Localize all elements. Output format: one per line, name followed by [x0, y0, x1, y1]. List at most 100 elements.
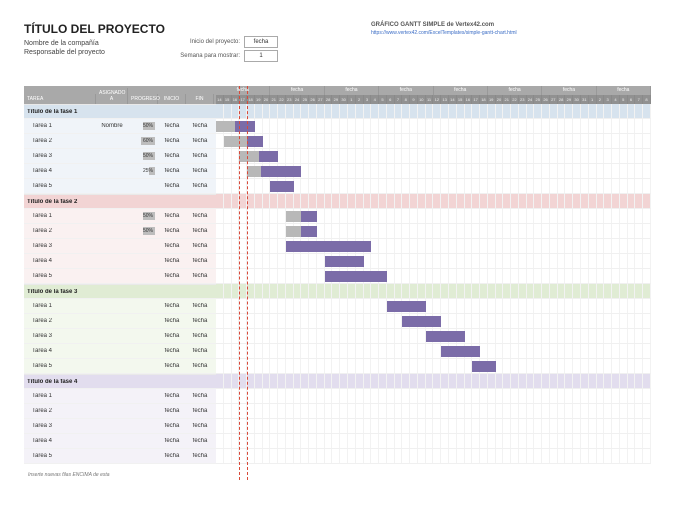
task-row[interactable]: Tarea 2fechafecha — [24, 404, 216, 419]
gantt-bar[interactable] — [472, 361, 495, 372]
timeline-day: 5 — [620, 95, 628, 104]
header-left: TÍTULO DEL PROYECTO Nombre de la compañí… — [24, 22, 165, 56]
task-start: fecha — [158, 408, 186, 414]
phase-header[interactable]: Título de la fase 1 — [24, 104, 216, 119]
gantt-row[interactable] — [216, 269, 651, 284]
timeline-day: 29 — [565, 95, 573, 104]
task-row[interactable]: Tarea 4fechafecha — [24, 434, 216, 449]
timeline-day: 4 — [612, 95, 620, 104]
timeline-day: 1 — [589, 95, 597, 104]
phase-header[interactable]: Título de la fase 4 — [24, 374, 216, 389]
gantt-row[interactable] — [216, 164, 651, 179]
gantt-bar[interactable] — [261, 166, 302, 177]
gantt-row[interactable] — [216, 239, 651, 254]
task-row[interactable]: Tarea 425%fechafecha — [24, 164, 216, 179]
source-title: GRÁFICO GANTT SIMPLE de Vertex42.com — [371, 22, 651, 28]
task-row[interactable]: Tarea 150%fechafecha — [24, 209, 216, 224]
task-row[interactable]: Tarea 3fechafecha — [24, 329, 216, 344]
gantt-row[interactable] — [216, 119, 651, 134]
gantt-row[interactable] — [216, 329, 651, 344]
task-row[interactable]: Tarea 2fechafecha — [24, 314, 216, 329]
timeline-day: 19 — [255, 95, 263, 104]
gantt-row[interactable] — [216, 344, 651, 359]
timeline-day: 26 — [309, 95, 317, 104]
task-end: fecha — [186, 303, 214, 309]
gantt-row[interactable] — [216, 224, 651, 239]
task-row[interactable]: Tarea 4fechafecha — [24, 254, 216, 269]
gantt-row[interactable] — [216, 419, 651, 434]
gantt-bar[interactable] — [325, 271, 387, 282]
gantt-row[interactable] — [216, 449, 651, 464]
responsible-name[interactable]: Responsable del proyecto — [24, 49, 165, 56]
task-name: Tarea 2 — [24, 138, 96, 144]
phase-header[interactable]: Título de la fase 2 — [24, 194, 216, 209]
task-row[interactable]: Tarea 350%fechafecha — [24, 149, 216, 164]
task-row[interactable]: Tarea 4fechafecha — [24, 344, 216, 359]
task-row[interactable]: Tarea 250%fechafecha — [24, 224, 216, 239]
task-row[interactable]: Tarea 3fechafecha — [24, 419, 216, 434]
task-name: Tarea 5 — [24, 273, 96, 279]
timeline-day: 1 — [348, 95, 356, 104]
gantt-row[interactable] — [216, 299, 651, 314]
task-end: fecha — [186, 333, 214, 339]
task-row[interactable]: Tarea 5fechafecha — [24, 269, 216, 284]
gantt-row[interactable] — [216, 434, 651, 449]
task-row[interactable]: Tarea 1fechafecha — [24, 299, 216, 314]
phase-header[interactable]: Título de la fase 3 — [24, 284, 216, 299]
gantt-bar[interactable] — [325, 256, 364, 267]
task-end: fecha — [186, 138, 214, 144]
task-row[interactable]: Tarea 1fechafecha — [24, 389, 216, 404]
gantt-row[interactable] — [216, 134, 651, 149]
gantt-progress-bar — [286, 226, 302, 237]
task-name: Tarea 2 — [24, 318, 96, 324]
task-row[interactable]: Tarea 5fechafecha — [24, 449, 216, 464]
task-row[interactable]: Tarea 260%fechafecha — [24, 134, 216, 149]
gantt-row[interactable] — [216, 404, 651, 419]
gantt-row[interactable] — [216, 209, 651, 224]
insert-row-note: Inserte nuevas filas ENCIMA de esta — [24, 470, 216, 480]
task-name: Tarea 1 — [24, 213, 96, 219]
gantt-row[interactable] — [216, 149, 651, 164]
task-end: fecha — [186, 393, 214, 399]
timeline-day: 15 — [457, 95, 465, 104]
company-name[interactable]: Nombre de la compañía — [24, 40, 165, 47]
timeline-day: 21 — [270, 95, 278, 104]
task-row[interactable]: Tarea 1Nombre50%fechafecha — [24, 119, 216, 134]
gantt-row[interactable] — [216, 359, 651, 374]
project-title[interactable]: TÍTULO DEL PROYECTO — [24, 22, 165, 36]
source-link[interactable]: https://www.vertex42.com/ExcelTemplates/… — [371, 30, 651, 36]
start-date-input[interactable]: fecha — [244, 36, 278, 48]
gantt-bar[interactable] — [402, 316, 441, 327]
gantt-row[interactable] — [216, 254, 651, 269]
gantt-bar[interactable] — [259, 151, 278, 162]
gantt-row[interactable] — [216, 389, 651, 404]
gantt-bar[interactable] — [270, 181, 293, 192]
task-row[interactable]: Tarea 5fechafecha — [24, 179, 216, 194]
task-name: Tarea 5 — [24, 183, 96, 189]
task-name: Tarea 1 — [24, 303, 96, 309]
task-end: fecha — [186, 408, 214, 414]
task-name: Tarea 3 — [24, 243, 96, 249]
task-end: fecha — [186, 213, 214, 219]
display-week-input[interactable]: 1 — [244, 50, 278, 62]
gantt-row[interactable] — [216, 314, 651, 329]
gantt-bar[interactable] — [286, 241, 371, 252]
header-right: GRÁFICO GANTT SIMPLE de Vertex42.com htt… — [371, 22, 651, 36]
task-row[interactable]: Tarea 5fechafecha — [24, 359, 216, 374]
gantt-bar[interactable] — [247, 136, 263, 147]
timeline-day: 18 — [247, 95, 255, 104]
gantt-bar[interactable] — [301, 226, 317, 237]
task-start: fecha — [158, 348, 186, 354]
gantt-bar[interactable] — [301, 211, 317, 222]
timeline-week: fecha — [325, 86, 379, 95]
gantt-bar[interactable] — [441, 346, 480, 357]
task-start: fecha — [158, 153, 186, 159]
task-name: Tarea 4 — [24, 348, 96, 354]
gantt-bar[interactable] — [426, 331, 465, 342]
timeline-day: 14 — [216, 95, 224, 104]
task-row[interactable]: Tarea 3fechafecha — [24, 239, 216, 254]
gantt-row[interactable] — [216, 179, 651, 194]
task-start: fecha — [158, 453, 186, 459]
gantt-bar[interactable] — [387, 301, 426, 312]
timeline-day: 18 — [480, 95, 488, 104]
